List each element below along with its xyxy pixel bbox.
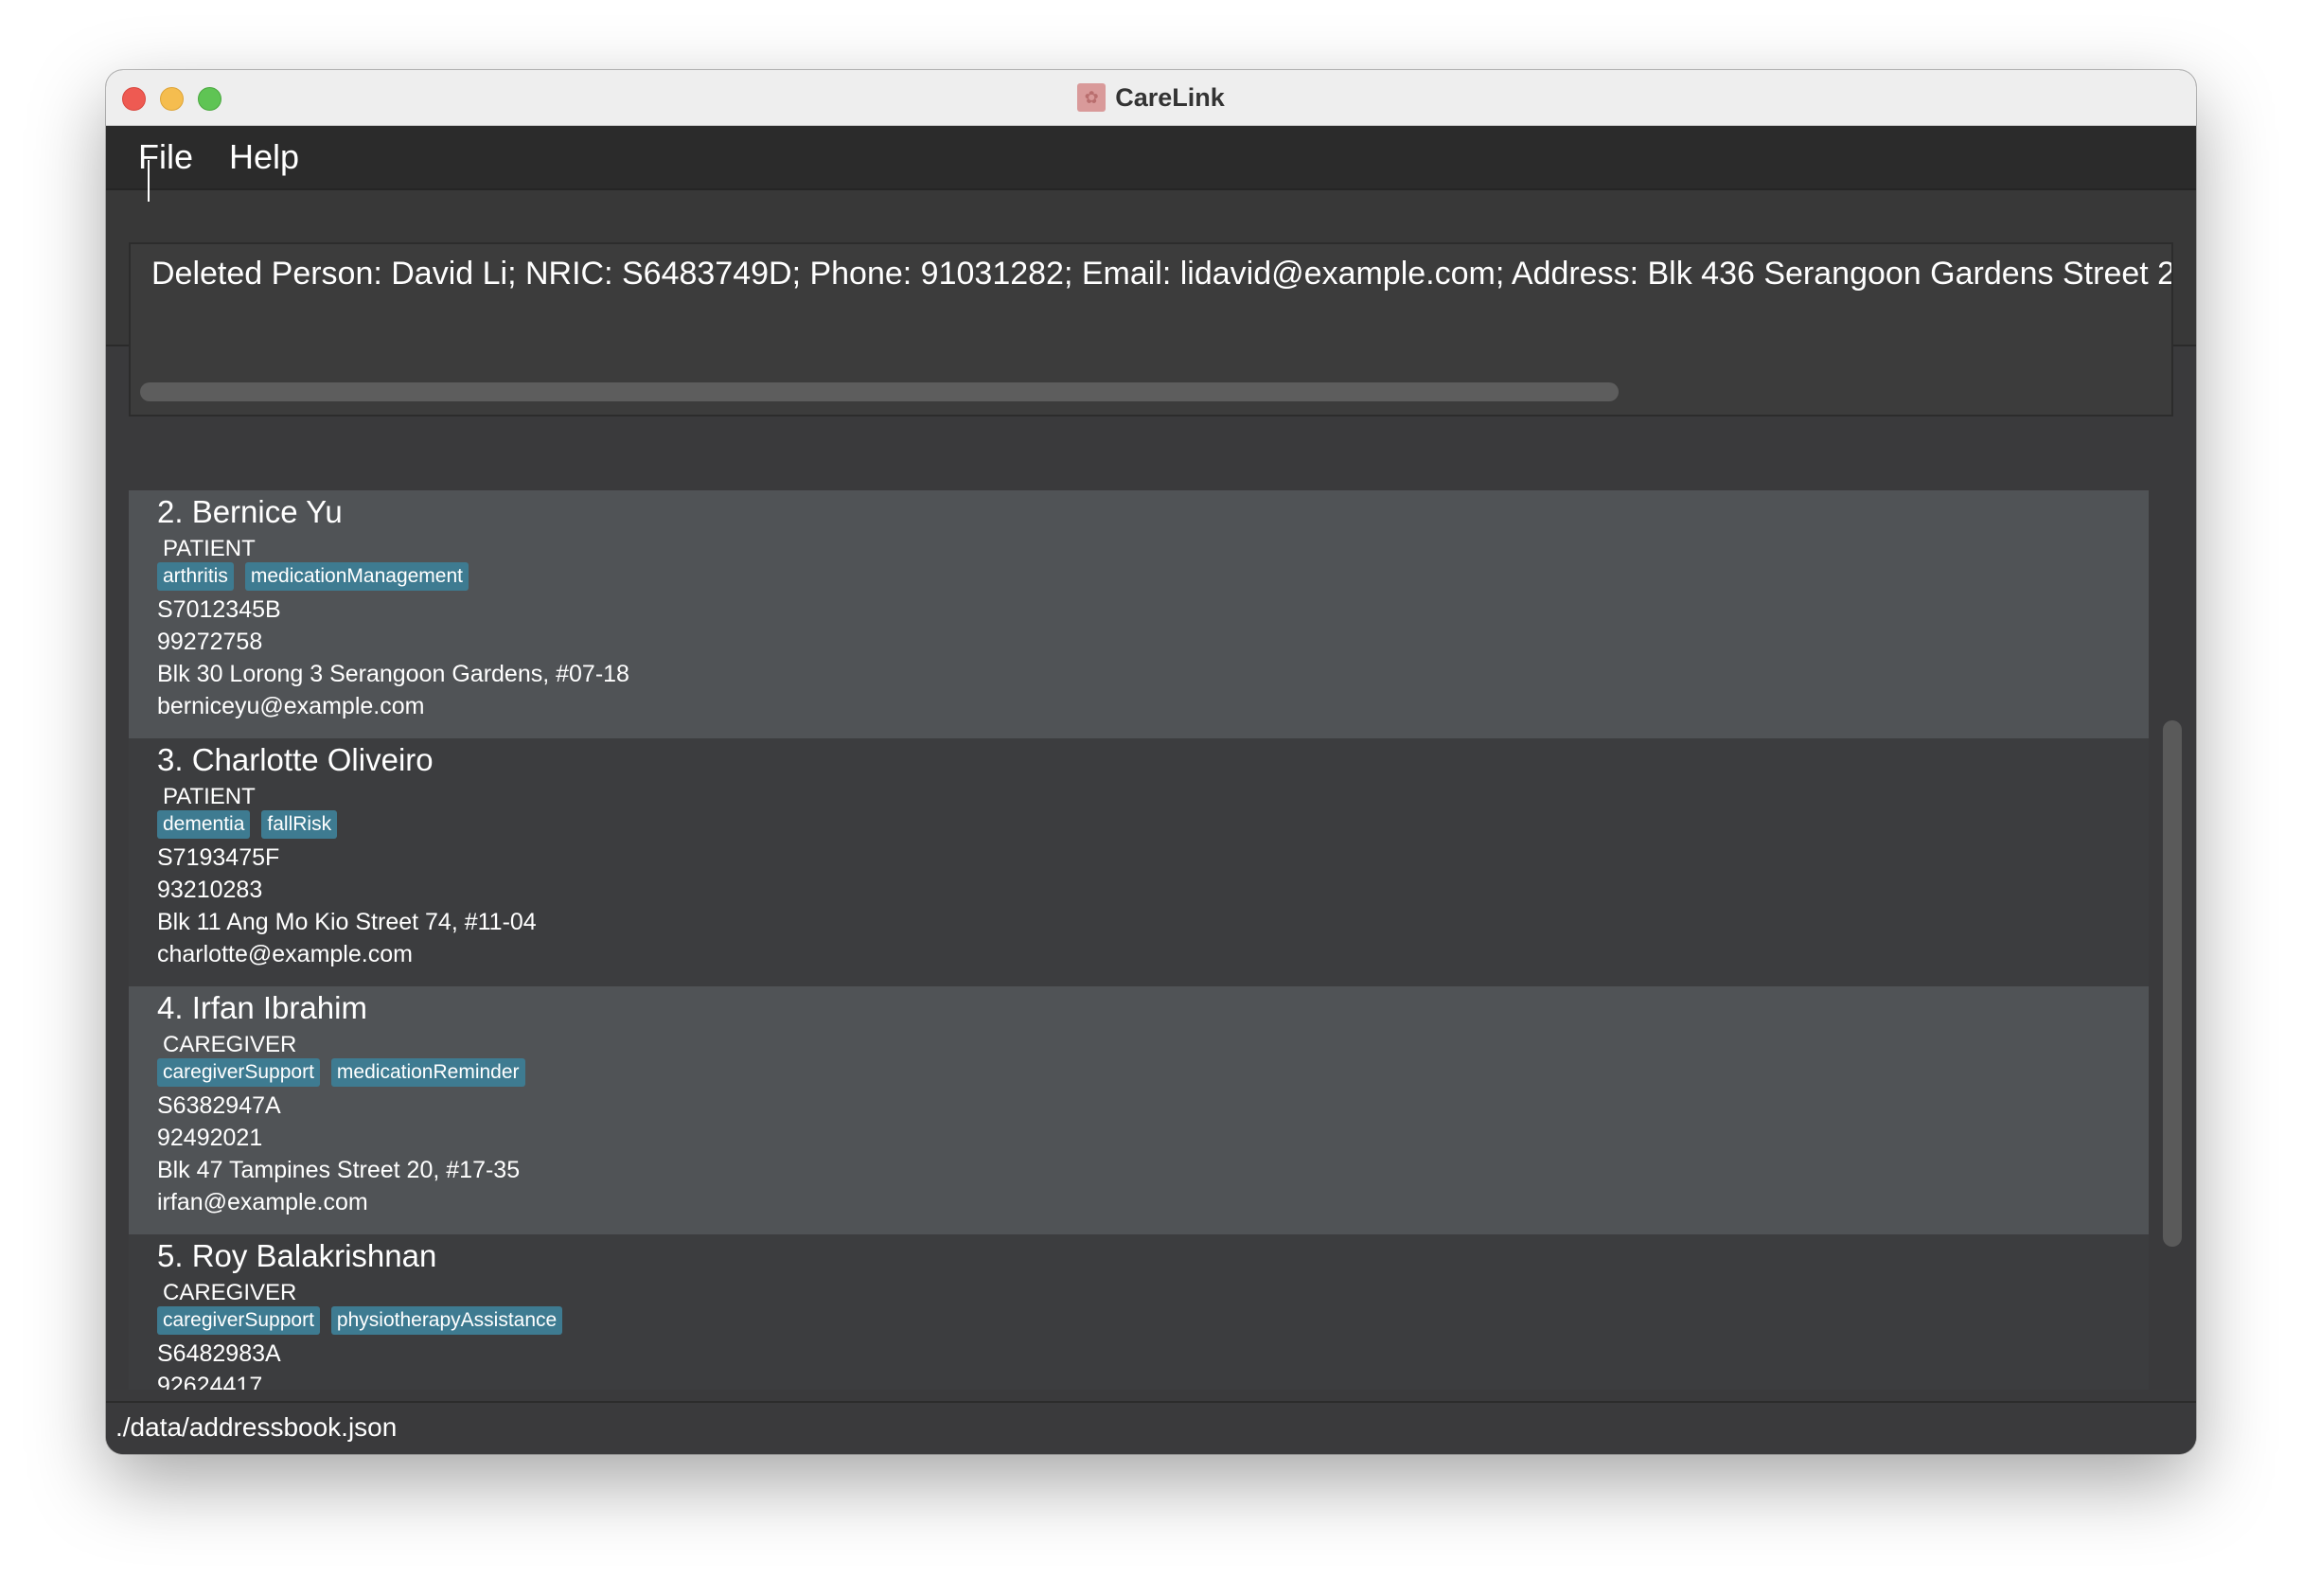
person-tag: arthritis [157,562,234,591]
person-email: charlotte@example.com [157,941,413,967]
menu-help[interactable]: Help [229,137,299,177]
person-role: CAREGIVER [163,1032,297,1057]
person-list[interactable]: 2. Bernice Yu PATIENT arthritis medicati… [129,490,2149,1390]
menu-bar: File Help [106,126,2196,190]
person-phone: 92624417 [157,1373,263,1390]
person-nric: S7193475F [157,844,280,871]
person-name: 4. Irfan Ibrahim [157,990,367,1025]
person-name: 5. Roy Balakrishnan [157,1238,437,1273]
person-list-scrollbar-thumb[interactable] [2163,720,2182,1247]
person-address: Blk 11 Ang Mo Kio Street 74, #11-04 [157,909,537,935]
menu-file[interactable]: File [138,137,193,177]
carelink-app-icon: ✿ [1077,83,1107,112]
person-nric: S6382947A [157,1092,281,1119]
person-tag: fallRisk [261,810,338,839]
person-card[interactable]: 4. Irfan Ibrahim CAREGIVER caregiverSupp… [129,986,2149,1234]
person-list-vertical-scrollbar[interactable] [2154,490,2183,1390]
person-tags: arthritis medicationManagement [157,562,469,591]
person-nric: S7012345B [157,596,281,623]
person-tags: caregiverSupport medicationReminder [157,1058,525,1087]
person-card[interactable]: 2. Bernice Yu PATIENT arthritis medicati… [129,490,2149,738]
result-horizontal-scrollbar[interactable] [140,382,2156,401]
person-tag: caregiverSupport [157,1306,320,1335]
save-file-path: ./data/addressbook.json [115,1412,398,1442]
person-tag: dementia [157,810,251,839]
person-role: PATIENT [163,784,256,809]
window-title-group: ✿ CareLink [106,70,2196,125]
person-address: Blk 30 Lorong 3 Serangoon Gardens, #07-1… [157,661,629,687]
person-tags: dementia fallRisk [157,810,338,839]
person-email: irfan@example.com [157,1189,368,1215]
result-scrollbar-thumb[interactable] [140,382,1619,401]
person-tag: physiotherapyAssistance [330,1306,563,1335]
person-tag: caregiverSupport [157,1058,320,1087]
person-phone: 99272758 [157,629,263,655]
text-caret [148,160,150,202]
title-bar[interactable]: ✿ CareLink [106,70,2196,126]
person-tag: medicationReminder [330,1058,525,1087]
status-bar: ./data/addressbook.json [106,1401,2196,1454]
person-phone: 93210283 [157,877,263,903]
person-nric: S6482983A [157,1340,281,1367]
person-role: PATIENT [163,536,256,561]
result-display[interactable]: Deleted Person: David Li; NRIC: S6483749… [129,242,2173,417]
window-title: CareLink [1115,82,1225,112]
person-role: CAREGIVER [163,1280,297,1305]
person-tag: medicationManagement [244,562,469,591]
person-email: berniceyu@example.com [157,693,425,719]
person-phone: 92492021 [157,1125,263,1151]
person-card[interactable]: 5. Roy Balakrishnan CAREGIVER caregiverS… [129,1234,2149,1390]
person-card[interactable]: 3. Charlotte Oliveiro PATIENT dementia f… [129,738,2149,986]
person-name: 3. Charlotte Oliveiro [157,742,434,777]
person-tags: caregiverSupport physiotherapyAssistance [157,1306,563,1335]
result-message: Deleted Person: David Li; NRIC: S6483749… [151,256,2173,292]
person-address: Blk 47 Tampines Street 20, #17-35 [157,1157,521,1183]
person-name: 2. Bernice Yu [157,494,343,529]
app-window: ✿ CareLink File Help Deleted Person: Dav… [106,70,2196,1454]
